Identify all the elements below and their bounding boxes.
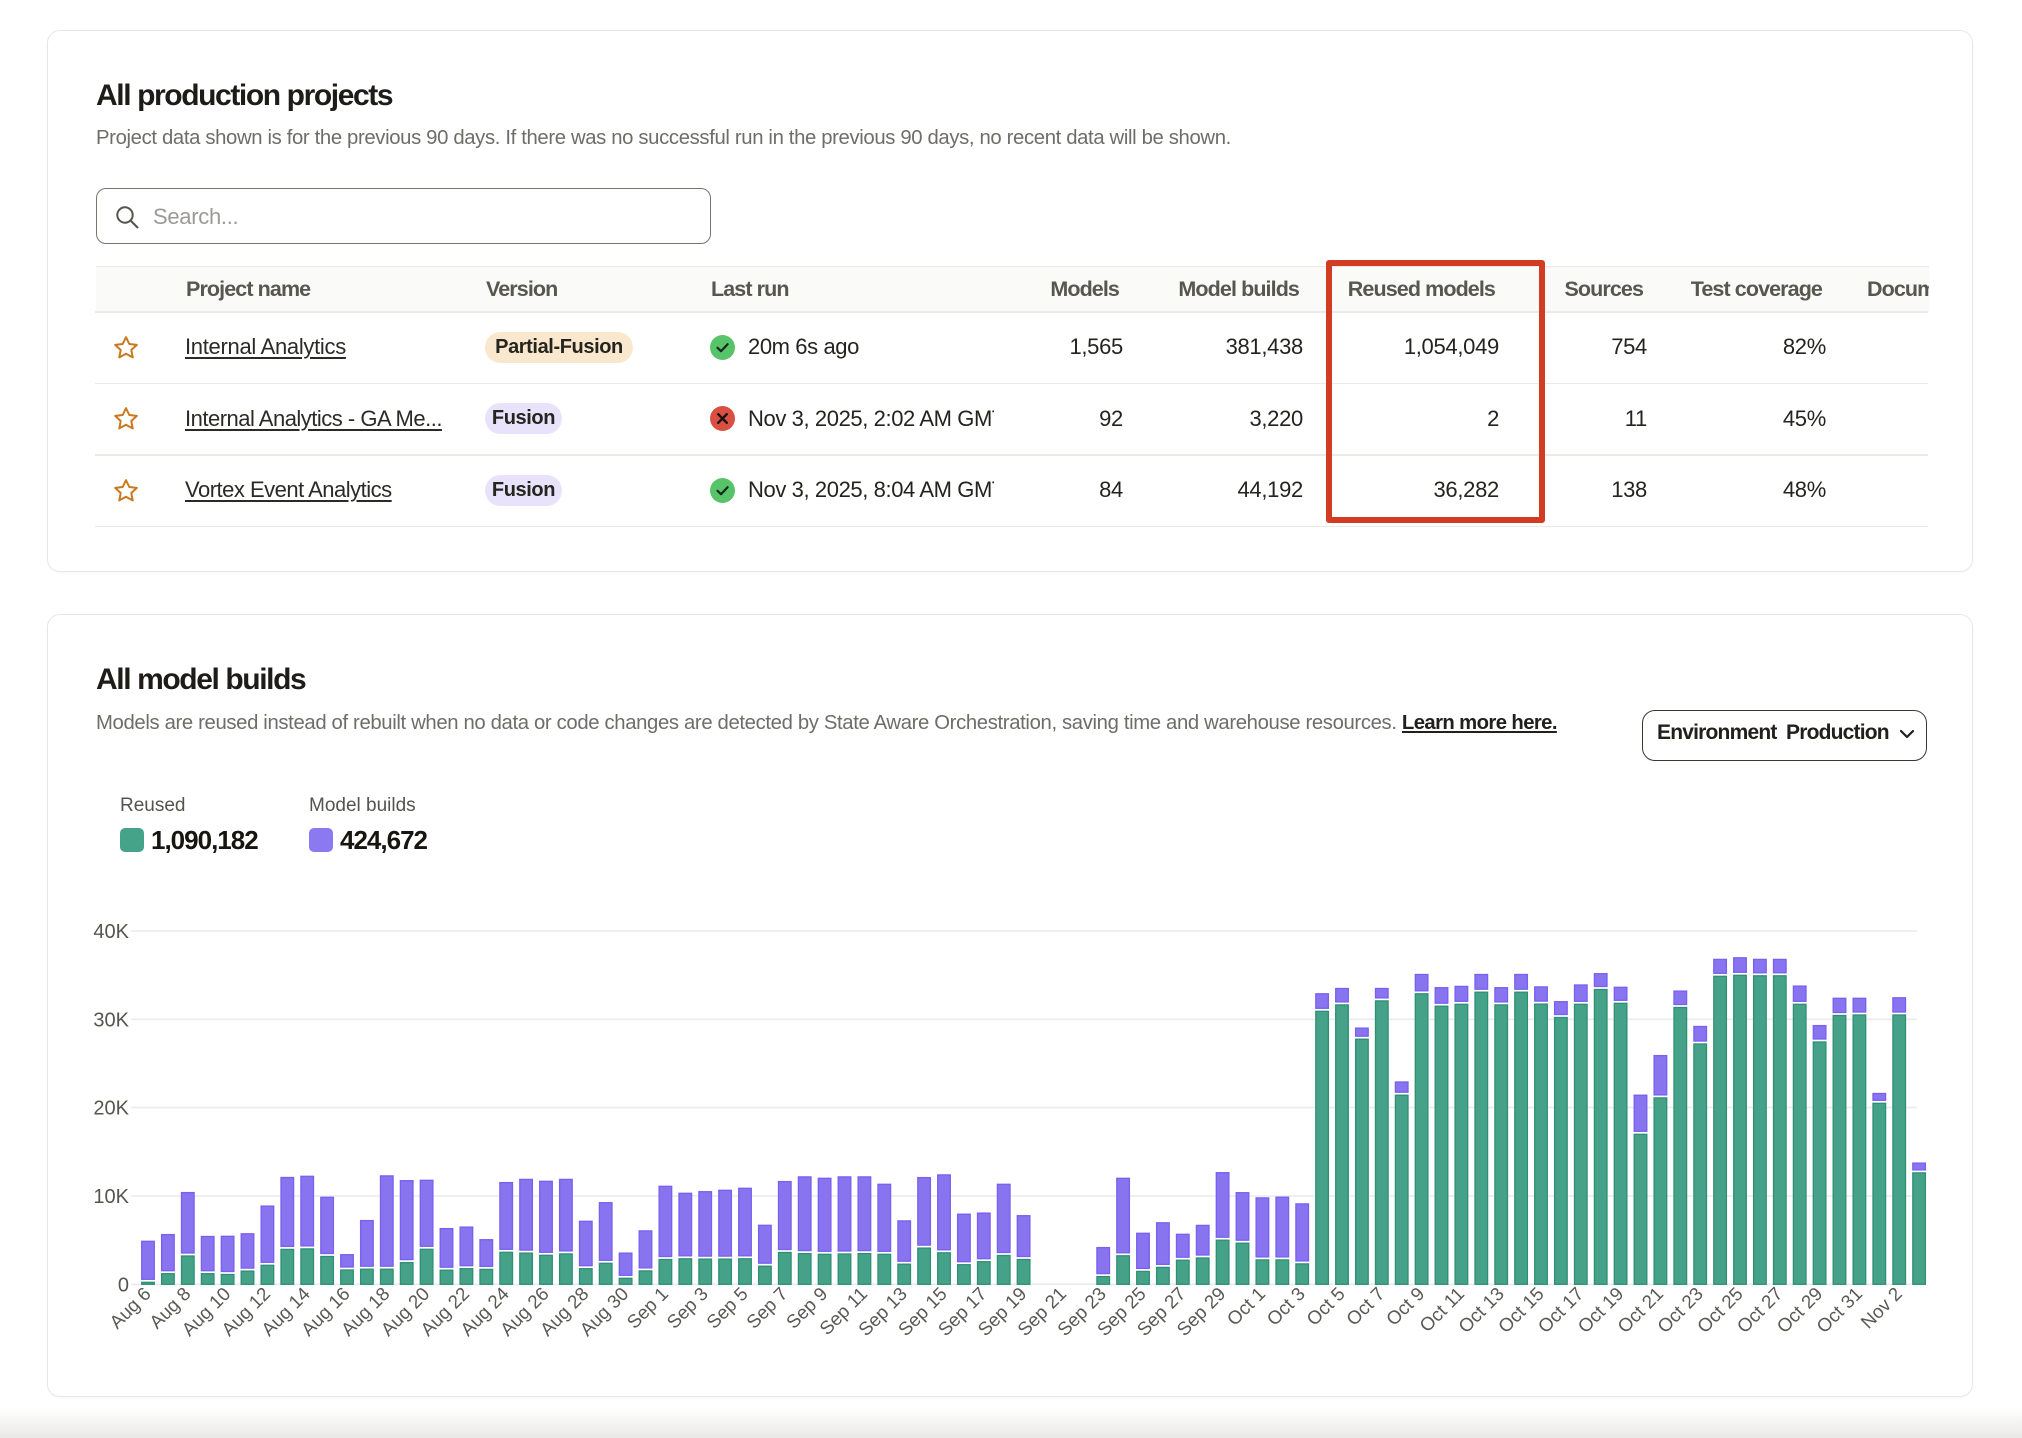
svg-text:20K: 20K xyxy=(93,1098,129,1120)
svg-text:Sep 1: Sep 1 xyxy=(623,1283,673,1333)
svg-text:Sep 7: Sep 7 xyxy=(742,1283,792,1333)
svg-text:Oct 7: Oct 7 xyxy=(1342,1283,1389,1330)
svg-text:Sep 5: Sep 5 xyxy=(702,1283,752,1333)
svg-text:30K: 30K xyxy=(93,1009,129,1031)
svg-text:10K: 10K xyxy=(93,1186,129,1208)
svg-text:Nov 2: Nov 2 xyxy=(1856,1283,1906,1333)
svg-text:Aug 6: Aug 6 xyxy=(105,1283,155,1333)
svg-text:Oct 5: Oct 5 xyxy=(1302,1283,1349,1330)
svg-text:Oct 31: Oct 31 xyxy=(1812,1283,1866,1337)
svg-text:0: 0 xyxy=(118,1274,129,1296)
svg-text:Sep 3: Sep 3 xyxy=(662,1283,712,1333)
svg-text:Oct 1: Oct 1 xyxy=(1223,1283,1270,1330)
svg-text:Oct 3: Oct 3 xyxy=(1262,1283,1309,1330)
svg-text:40K: 40K xyxy=(93,921,129,943)
